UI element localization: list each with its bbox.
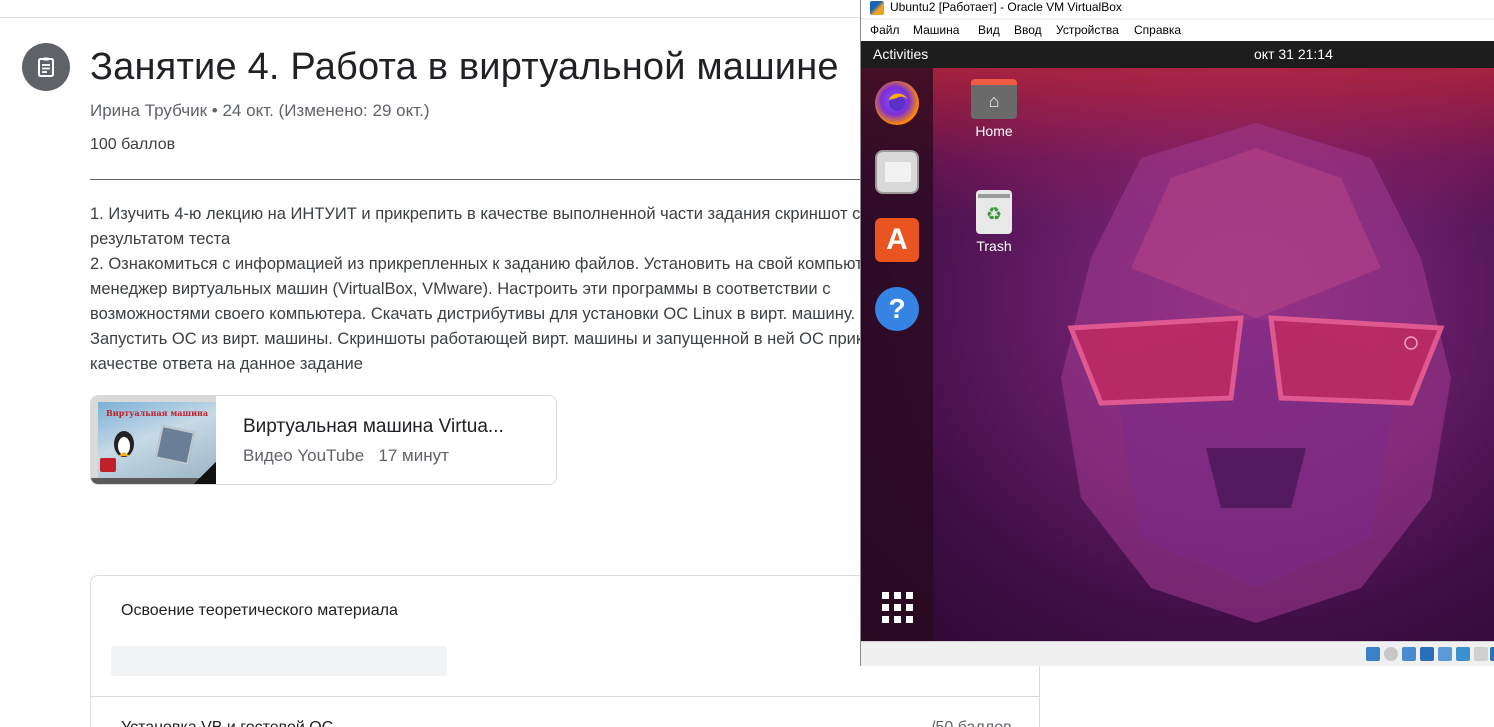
dock-item-help[interactable]: ? [875,287,919,331]
attachment-title[interactable]: Виртуальная машина Virtua... [243,416,504,438]
desktop-wallpaper[interactable] [861,68,1494,641]
dock-item-show-apps[interactable] [875,585,919,629]
assignment-title: Занятие 4. Работа в виртуальной машине [90,46,839,88]
capture-icon[interactable] [1490,647,1494,661]
description-line: менеджер виртуальных машин (VirtualBox, … [90,280,831,298]
desktop-icon-label: Home [975,123,1013,139]
video-thumbnail[interactable]: Виртуальная машина [91,396,216,484]
dock: A ? [861,68,933,641]
description-line: 1. Изучить 4-ю лекцию на ИНТУИТ и прикре… [90,205,861,223]
gorilla-wallpaper-art [1061,123,1451,623]
attachment-duration: 17 минут [378,446,449,465]
menu-input[interactable]: Ввод [1014,23,1042,37]
window-title: Ubuntu2 [Работает] - Oracle VM VirtualBo… [890,0,1122,14]
hard-disk-icon[interactable] [1366,647,1380,661]
rubric-criterion-title: Освоение теоретического материала [121,602,398,619]
help-icon: ? [875,287,919,331]
screen: Занятие 4. Работа в виртуальной машине И… [0,0,1494,727]
description-line: 2. Ознакомиться с информацией из прикреп… [90,255,881,273]
virtualbox-window[interactable]: Ubuntu2 [Работает] - Oracle VM VirtualBo… [860,0,1494,666]
menu-devices[interactable]: Устройства [1056,23,1119,37]
desktop-icon-home[interactable]: Home [959,79,1029,139]
status-bar [861,641,1494,666]
software-center-icon: A [875,218,919,262]
badge-icon [100,458,116,472]
optical-drive-icon[interactable] [1384,647,1398,661]
header-divider [0,17,860,18]
virtualbox-logo-icon [154,424,196,466]
desktop-icon-trash[interactable]: Trash [959,190,1029,254]
description-line: результатом теста [90,230,231,248]
window-titlebar[interactable]: Ubuntu2 [Работает] - Oracle VM VirtualBo… [861,0,1494,18]
tux-icon [114,431,134,457]
home-folder-icon [971,79,1017,119]
usb-icon[interactable] [1438,647,1452,661]
gnome-top-bar: Activities окт 31 21:14 [861,41,1494,68]
menu-bar: Файл Машина Вид Ввод Устройства Справка [861,20,1494,41]
dock-item-firefox[interactable] [875,81,919,125]
menu-machine[interactable]: Машина [913,23,959,37]
assignment-icon [22,43,70,91]
audio-icon[interactable] [1402,647,1416,661]
menu-view[interactable]: Вид [978,23,1000,37]
menu-help[interactable]: Справка [1134,23,1181,37]
guest-display[interactable]: Activities окт 31 21:14 A ? ⌂ Home ♻ Tra… [861,41,1494,641]
assignment-points: 100 баллов [90,136,176,153]
virtualbox-app-icon [870,1,884,15]
trash-icon [976,190,1012,234]
content-divider [90,179,870,180]
assignment-meta: Ирина Трубчик • 24 окт. (Изменено: 29 ок… [90,101,430,120]
description-line: возможностями своего компьютера. Скачать… [90,305,856,323]
rubric-divider [91,696,1039,697]
rubric-next-points: /50 баллов [931,719,1012,727]
firefox-icon [875,81,919,125]
activities-button[interactable]: Activities [873,46,928,62]
files-icon [875,150,919,194]
attachment-source: Видео YouTube [243,446,365,465]
show-apps-icon [875,585,919,629]
rubric-next-criterion: Установка VB и гостевой ОС [121,719,333,727]
desktop-icon-label: Trash [976,238,1012,254]
description-line: качестве ответа на данное задание [90,355,363,373]
rubric-level-placeholder [111,646,447,676]
attachment-subtitle: Видео YouTube 17 минут [243,446,449,466]
dock-item-files[interactable] [875,150,919,194]
menu-file[interactable]: Файл [870,23,900,37]
dock-item-software[interactable]: A [875,218,919,262]
assignment-description: 1. Изучить 4-ю лекцию на ИНТУИТ и прикре… [90,202,930,377]
display-icon[interactable] [1474,647,1488,661]
shared-folders-icon[interactable] [1456,647,1470,661]
network-icon[interactable] [1420,647,1434,661]
description-line: Запустить ОС из вирт. машины. Скриншоты … [90,330,930,348]
video-attachment-card[interactable]: Виртуальная машина Виртуальная машина Vi… [90,395,557,485]
thumbnail-caption: Виртуальная машина [106,408,209,418]
clock[interactable]: окт 31 21:14 [1254,46,1333,62]
thumbnail-corner [194,462,216,484]
